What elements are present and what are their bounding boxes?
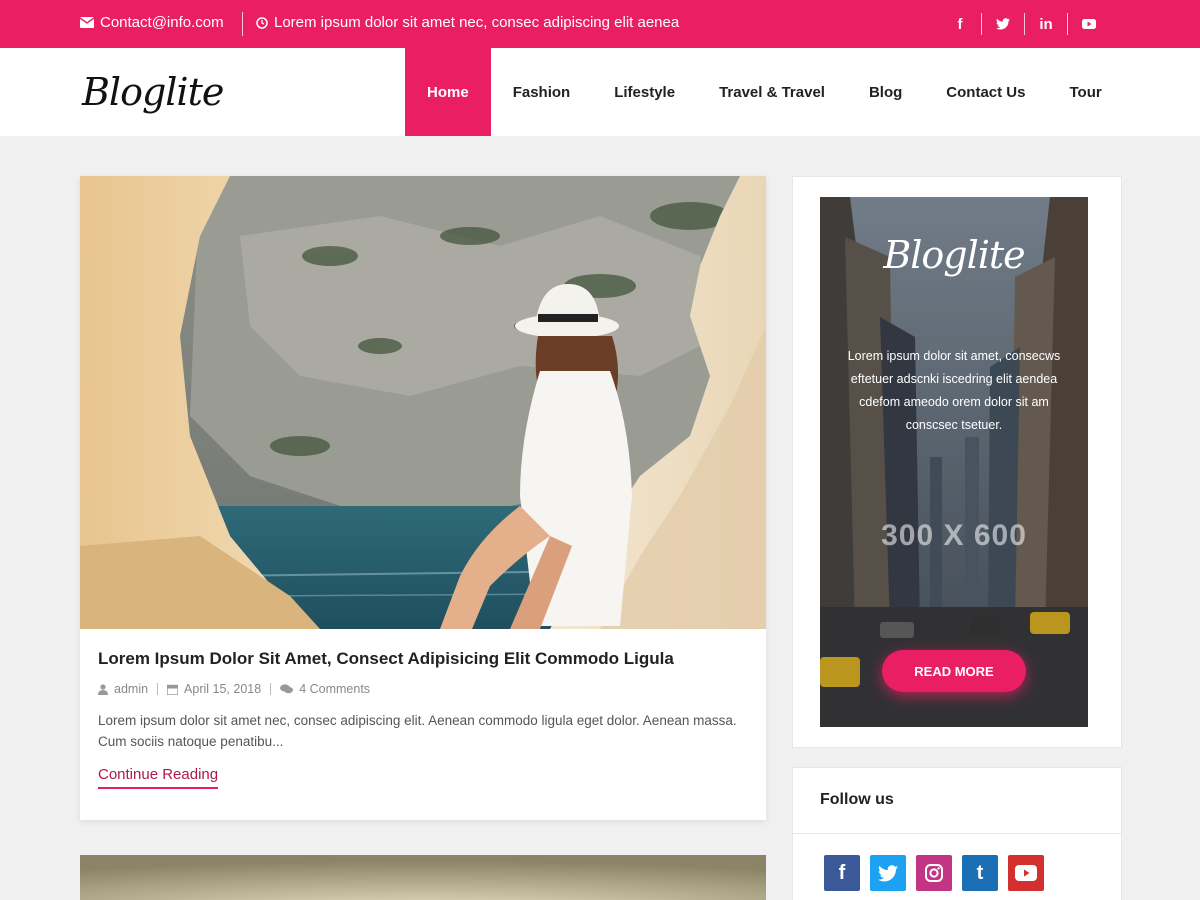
ad-logo: Bloglite <box>883 233 1025 277</box>
youtube-icon[interactable] <box>1008 855 1044 891</box>
tumblr-icon[interactable]: t <box>962 855 998 891</box>
post-comments[interactable]: 4 Comments <box>280 682 370 696</box>
blog-post-card: Lorem Ipsum Dolor Sit Amet, Consect Adip… <box>80 176 766 820</box>
ad-size-label: 300 X 600 <box>881 519 1027 552</box>
user-icon <box>98 683 108 695</box>
follow-us-title: Follow us <box>820 791 894 808</box>
clock-icon <box>256 16 268 29</box>
ad-banner[interactable]: Bloglite Lorem ipsum dolor sit amet, con… <box>820 197 1088 727</box>
linkedin-icon[interactable]: in <box>1025 12 1067 36</box>
follow-us-widget: Follow us f t <box>792 767 1122 900</box>
top-social-links: f in <box>939 12 1110 36</box>
top-bar: Contact@info.com Lorem ipsum dolor sit a… <box>0 0 1200 48</box>
post-author-text: admin <box>114 682 149 696</box>
post-date-text: April 15, 2018 <box>184 682 262 696</box>
nav-home[interactable]: Home <box>405 48 491 136</box>
site-logo[interactable]: Bloglite <box>82 70 224 114</box>
calendar-icon <box>167 684 179 695</box>
twitter-icon[interactable] <box>870 855 906 891</box>
facebook-icon[interactable]: f <box>824 855 860 891</box>
nav-blog[interactable]: Blog <box>847 48 924 136</box>
contact-email[interactable]: Contact@info.com <box>80 14 224 31</box>
nav-contact-us[interactable]: Contact Us <box>924 48 1047 136</box>
tagline-text: Lorem ipsum dolor sit amet nec, consec a… <box>274 14 680 31</box>
post-excerpt: Lorem ipsum dolor sit amet nec, consec a… <box>98 713 737 749</box>
youtube-icon[interactable] <box>1068 12 1110 36</box>
post-comments-text: 4 Comments <box>299 682 371 696</box>
contact-email-text: Contact@info.com <box>100 14 224 31</box>
main-nav: Home Fashion Lifestyle Travel & Travel B… <box>405 48 1124 136</box>
read-more-button[interactable]: READ MORE <box>882 650 1026 692</box>
follow-social-icons: f t <box>824 855 1044 891</box>
top-tagline: Lorem ipsum dolor sit amet nec, consec a… <box>256 14 679 31</box>
post-title[interactable]: Lorem Ipsum Dolor Sit Amet, Consect Adip… <box>98 649 674 669</box>
envelope-icon <box>80 17 94 28</box>
post-author[interactable]: admin <box>98 682 148 696</box>
divider <box>793 833 1121 834</box>
ad-text: Lorem ipsum dolor sit amet, consecws eft… <box>847 349 1061 432</box>
nav-travel[interactable]: Travel & Travel <box>697 48 847 136</box>
nav-tour[interactable]: Tour <box>1047 48 1123 136</box>
post-date: April 15, 2018 <box>167 682 261 696</box>
post-meta: admin April 15, 2018 4 Comments <box>98 682 370 696</box>
next-post-image[interactable] <box>80 855 766 900</box>
facebook-icon[interactable]: f <box>939 12 981 36</box>
divider <box>270 683 272 695</box>
instagram-icon[interactable] <box>916 855 952 891</box>
continue-reading-link[interactable]: Continue Reading <box>98 766 219 789</box>
divider <box>157 683 159 695</box>
twitter-icon[interactable] <box>982 12 1024 36</box>
comments-icon <box>280 684 294 694</box>
nav-fashion[interactable]: Fashion <box>491 48 593 136</box>
sidebar-ad-widget: Bloglite Lorem ipsum dolor sit amet, con… <box>792 176 1122 748</box>
nav-lifestyle[interactable]: Lifestyle <box>592 48 697 136</box>
divider <box>242 12 243 36</box>
post-featured-image[interactable] <box>80 176 766 629</box>
site-header: Bloglite Home Fashion Lifestyle Travel &… <box>0 48 1200 136</box>
